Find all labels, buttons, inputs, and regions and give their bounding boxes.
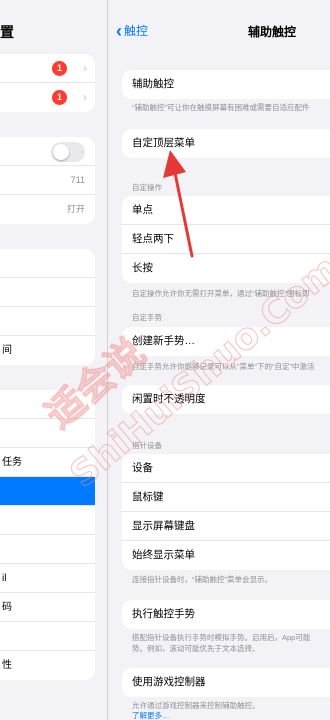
action-double-tap[interactable]: 轻点两下 — [122, 225, 330, 254]
chevron-left-icon: ‹ — [116, 20, 122, 41]
assistive-touch-detail: ‹ 触控 辅助触控 辅助触控 “辅助触控”可让你在触摸屏幕有困难或需要自适应配件… — [108, 0, 330, 720]
sidebar-item-passcode[interactable]: 码 — [0, 593, 95, 622]
sidebar-item-wifi[interactable]: 711 — [0, 166, 95, 195]
pointer-devices-card: 设备 鼠标键 显示屏幕键盘 始终显示菜单 — [122, 454, 330, 570]
sidebar-item-h[interactable] — [0, 622, 95, 651]
create-new-gesture-row[interactable]: 创建新手势… — [122, 327, 330, 356]
sidebar-group-general: 任务 il 码 性 — [0, 390, 95, 680]
devices-row[interactable]: 设备 — [122, 454, 330, 483]
perform-gestures-footnote-2: 势。例如，滚动可能优先于文本选择。 — [132, 644, 260, 653]
sidebar-item-value: 711 — [70, 175, 85, 185]
mouse-keys-row[interactable]: 鼠标键 — [122, 483, 330, 512]
airplane-mode-toggle[interactable] — [51, 142, 85, 162]
idle-opacity-card: 闲置时不透明度 — [122, 385, 330, 414]
sidebar-item-label: 性 — [2, 660, 12, 671]
sidebar-item-notice-2[interactable]: 1 › — [0, 83, 95, 112]
chevron-right-icon: › — [83, 90, 87, 104]
sidebar-title: 置 — [0, 24, 14, 40]
sidebar-item-c[interactable] — [0, 307, 95, 336]
sidebar-item-notice-1[interactable]: 1 › — [0, 54, 95, 83]
assistive-touch-card: 辅助触控 — [122, 70, 330, 99]
sidebar-item-d[interactable] — [0, 390, 95, 419]
sidebar-item-privacy[interactable]: 性 — [0, 651, 95, 680]
toggle-knob — [53, 144, 69, 160]
sidebar-item-f[interactable] — [0, 506, 95, 535]
back-button[interactable]: ‹ 触控 — [116, 20, 149, 41]
customize-top-menu-card: 自定顶层菜单 — [122, 129, 330, 158]
sidebar-item-label: 间 — [2, 345, 12, 356]
custom-gestures-card: 创建新手势… — [122, 327, 330, 356]
action-single-tap[interactable]: 单点 — [122, 196, 330, 225]
learn-more-link[interactable]: 了解更多… — [132, 710, 330, 720]
sidebar-item-value: 打开 — [66, 204, 85, 214]
sidebar-item-e[interactable] — [0, 419, 95, 448]
idle-opacity-row[interactable]: 闲置时不透明度 — [122, 385, 330, 414]
sidebar-item-toggle[interactable] — [0, 137, 95, 166]
notification-badge: 1 — [52, 90, 67, 105]
sidebar-item-screen-time[interactable]: 间 — [0, 336, 95, 365]
custom-actions-footnote: 自定操作允许你无需打开菜单，通过“辅助触控”图标即 — [132, 289, 310, 298]
perform-gestures-card: 执行触控手势 — [122, 600, 330, 629]
page-title: 辅助触控 — [248, 25, 297, 39]
chevron-right-icon: › — [83, 61, 87, 75]
pointer-devices-header: 指针设备 — [132, 441, 162, 450]
show-onscreen-keyboard-row[interactable]: 显示屏幕键盘 — [122, 512, 330, 541]
sidebar-item-g[interactable] — [0, 535, 95, 564]
sidebar-item-multitasking[interactable]: 任务 — [0, 448, 95, 477]
assistive-touch-footnote: “辅助触控”可让你在触摸屏幕有困难或需要自适应配件 — [132, 103, 310, 112]
game-controller-card: 使用游戏控制器 — [122, 668, 330, 697]
sidebar-item-bluetooth[interactable]: 打开 — [0, 195, 95, 224]
sidebar-item-label: 码 — [2, 602, 12, 613]
sidebar-item-a[interactable] — [0, 249, 95, 278]
learn-more-label: 了解更多… — [132, 711, 170, 720]
use-game-controller-row[interactable]: 使用游戏控制器 — [122, 668, 330, 697]
sidebar-item-accessibility[interactable] — [0, 477, 95, 506]
action-long-press[interactable]: 长按 — [122, 254, 330, 283]
custom-gestures-footnote: 自定手势允许你能够记录可以从“菜单”下的“自定”中激活 — [132, 362, 315, 371]
always-show-menu-row[interactable]: 始终显示菜单 — [122, 541, 330, 570]
settings-sidebar: 置 1 › 1 › 711 打开 间 任务 il 码 性 — [0, 0, 108, 720]
back-label: 触控 — [124, 24, 149, 38]
custom-actions-card: 单点 轻点两下 长按 — [122, 196, 330, 283]
sidebar-item-label: 任务 — [2, 457, 22, 468]
sidebar-item-b[interactable] — [0, 278, 95, 307]
sidebar-item-siri[interactable]: il — [0, 564, 95, 593]
pointer-devices-footnote: 连接指针设备时，“辅助触控”菜单会显示。 — [132, 575, 272, 584]
sidebar-group-notifications: 间 — [0, 249, 95, 365]
sidebar-item-label: il — [2, 573, 7, 584]
sidebar-group-account: 1 › 1 › — [0, 54, 95, 112]
perform-gestures-footnote-1: 搭配指针设备执行手势时模拟手势。启用后，App可能 — [132, 633, 311, 642]
custom-actions-header: 自定操作 — [132, 183, 162, 192]
custom-gestures-header: 自定手势 — [132, 313, 162, 322]
sidebar-group-connectivity: 711 打开 — [0, 137, 95, 224]
assistive-touch-row[interactable]: 辅助触控 — [122, 70, 330, 99]
customize-top-menu-row[interactable]: 自定顶层菜单 — [122, 129, 330, 158]
perform-touch-gestures-row[interactable]: 执行触控手势 — [122, 600, 330, 629]
notification-badge: 1 — [52, 61, 67, 76]
